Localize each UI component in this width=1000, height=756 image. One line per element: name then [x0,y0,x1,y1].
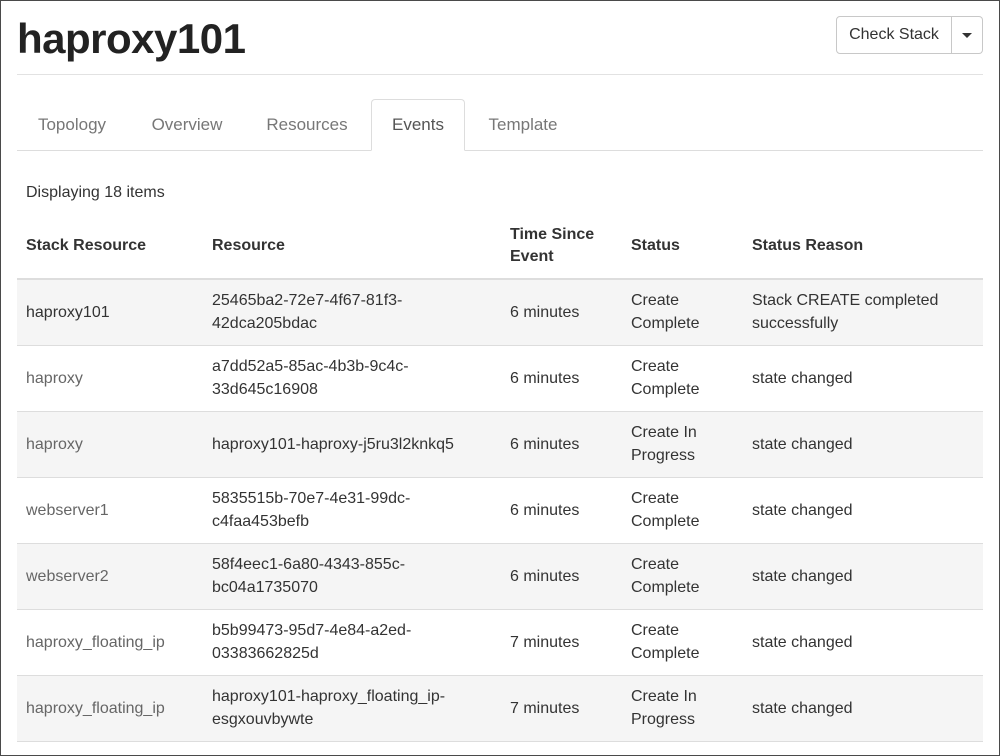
stack-resource-cell: haproxy101 [17,279,203,346]
stack-resource-cell: haproxy_floating_ip [17,675,203,742]
stack-resource-link[interactable]: haproxy_floating_ip [26,634,165,651]
tab-template[interactable]: Template [473,99,573,150]
resource-cell: 5835515b-70e7-4e31-99dc-c4faa453befb [203,477,501,544]
stack-resource-cell: haproxy [17,345,203,412]
page-title: haproxy101 [17,15,246,62]
tab-events[interactable]: Events [371,99,465,151]
resource-cell: haproxy101-haproxy_floating_ip-esgxouvby… [203,675,501,742]
table-row: haproxy101 25465ba2-72e7-4f67-81f3-42dca… [17,279,983,346]
table-header-row: Stack Resource Resource Time Since Event… [17,213,983,280]
status-cell: Create Complete [622,345,743,412]
time-cell: 7 minutes [501,675,622,742]
status-cell: Create Complete [622,543,743,610]
status-cell: Create Complete [622,279,743,346]
table-row: webserver2 58f4eec1-6a80-4343-855c-bc04a… [17,543,983,610]
stack-resource-cell: haproxy_floating_ip [17,609,203,676]
check-stack-button[interactable]: Check Stack [836,16,952,54]
item-count: Displaying 18 items [26,184,165,201]
stack-resource-link[interactable]: webserver1 [26,502,109,519]
time-cell: 6 minutes [501,477,622,544]
resource-cell: a7dd52a5-85ac-4b3b-9c4c-33d645c16908 [203,345,501,412]
stack-resource-link[interactable]: haproxy [26,436,83,453]
tab-overview[interactable]: Overview [133,99,241,150]
time-cell: 6 minutes [501,411,622,478]
status-reason-cell: state changed [743,675,983,742]
stack-resource-link[interactable]: webserver2 [26,568,109,585]
status-reason-cell: Stack CREATE completed successfully [743,279,983,346]
stack-detail-panel: haproxy101 Check Stack Topology Overview… [0,0,1000,756]
status-reason-cell: state changed [743,345,983,412]
status-cell: Create In Progress [622,675,743,742]
status-reason-cell: state changed [743,543,983,610]
column-header-resource: Resource [203,213,501,280]
stack-resource-cell: haproxy [17,411,203,478]
resource-cell: 25465ba2-72e7-4f67-81f3-42dca205bdac [203,279,501,346]
stack-resource-cell: webserver1 [17,477,203,544]
table-row: webserver1 5835515b-70e7-4e31-99dc-c4faa… [17,477,983,544]
time-cell: 6 minutes [501,345,622,412]
status-reason-cell: state changed [743,477,983,544]
column-header-status: Status [622,213,743,280]
time-cell: 6 minutes [501,543,622,610]
resource-cell: b5b99473-95d7-4e84-a2ed-03383662825d [203,609,501,676]
table-row: haproxy haproxy101-haproxy-j5ru3l2knkq5 … [17,411,983,478]
page-header: haproxy101 Check Stack [17,1,983,75]
actions-dropdown-toggle[interactable] [952,16,983,54]
caret-down-icon [962,32,972,38]
resource-cell: 58f4eec1-6a80-4343-855c-bc04a1735070 [203,543,501,610]
events-table: Stack Resource Resource Time Since Event… [17,213,983,742]
stack-resource-link[interactable]: haproxy_floating_ip [26,700,165,717]
resource-cell: haproxy101-haproxy-j5ru3l2knkq5 [203,411,501,478]
table-row: haproxy_floating_ip haproxy101-haproxy_f… [17,675,983,742]
table-row: haproxy_floating_ip b5b99473-95d7-4e84-a… [17,609,983,676]
status-cell: Create Complete [622,477,743,544]
status-reason-cell: state changed [743,609,983,676]
stack-resource-cell: webserver2 [17,543,203,610]
time-cell: 6 minutes [501,279,622,346]
time-cell: 7 minutes [501,609,622,676]
tab-topology[interactable]: Topology [17,99,127,150]
column-header-status-reason: Status Reason [743,213,983,280]
check-stack-button-group: Check Stack [836,16,983,54]
status-cell: Create Complete [622,609,743,676]
stack-tabs: Topology Overview Resources Events Templ… [17,99,983,151]
column-header-time-since-event: Time Since Event [501,213,622,280]
tab-resources[interactable]: Resources [251,99,363,150]
status-cell: Create In Progress [622,411,743,478]
column-header-stack-resource: Stack Resource [17,213,203,280]
stack-resource-link[interactable]: haproxy [26,370,83,387]
table-row: haproxy a7dd52a5-85ac-4b3b-9c4c-33d645c1… [17,345,983,412]
status-reason-cell: state changed [743,411,983,478]
